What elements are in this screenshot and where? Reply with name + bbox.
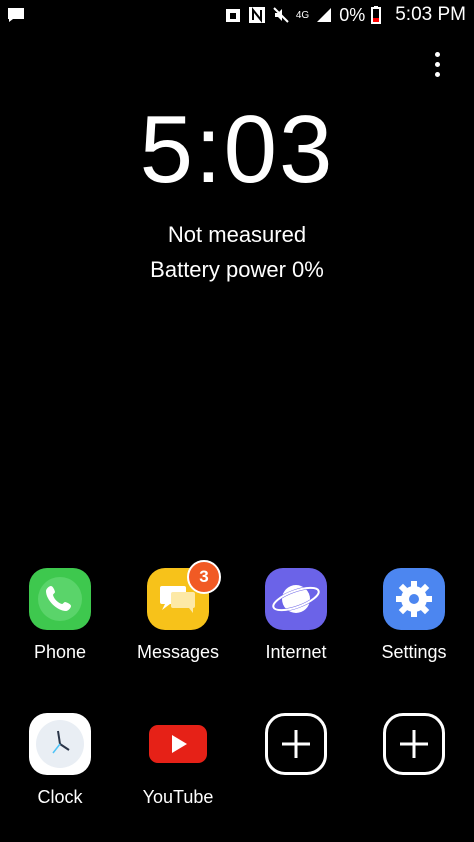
app-settings[interactable]: Settings (355, 568, 473, 663)
battery-icon (371, 6, 389, 24)
nfc-icon (248, 6, 266, 24)
network-type-label: 4G (295, 9, 310, 21)
youtube-icon (147, 713, 209, 775)
phone-icon (29, 568, 91, 630)
app-label: Phone (33, 642, 87, 662)
settings-icon (383, 568, 445, 630)
app-label: YouTube (142, 787, 214, 807)
notification-badge: 3 (187, 560, 221, 594)
add-icon (265, 713, 327, 775)
status-bar-time: 5:03 PM (395, 4, 466, 25)
app-label: Settings (381, 642, 447, 662)
message-notification-icon (6, 6, 26, 29)
vault-icon (224, 6, 242, 24)
app-label: Internet (265, 642, 327, 662)
app-messages[interactable]: 3 Messages (119, 560, 237, 663)
add-shortcut-slot[interactable] (237, 713, 355, 775)
more-options-icon[interactable] (432, 52, 442, 78)
battery-percent: 0% (339, 4, 366, 25)
app-label: Messages (136, 642, 220, 662)
steps-status: Not measured (167, 222, 307, 247)
add-icon (383, 713, 445, 775)
mute-icon (272, 6, 290, 24)
lock-screen-clock: 5:03 (139, 96, 335, 203)
app-internet[interactable]: Internet (237, 568, 355, 663)
app-youtube[interactable]: YouTube (119, 713, 237, 808)
status-bar: 4G 0% 5:03 PM (0, 0, 474, 32)
messages-icon: 3 (147, 560, 221, 630)
app-clock[interactable]: Clock (1, 713, 119, 808)
add-shortcut-slot[interactable] (355, 713, 473, 775)
app-phone[interactable]: Phone (1, 568, 119, 663)
clock-icon (29, 713, 91, 775)
app-label: Clock (37, 787, 83, 807)
internet-icon (265, 568, 327, 630)
signal-icon (315, 6, 333, 24)
battery-status: Battery power 0% (150, 257, 324, 282)
